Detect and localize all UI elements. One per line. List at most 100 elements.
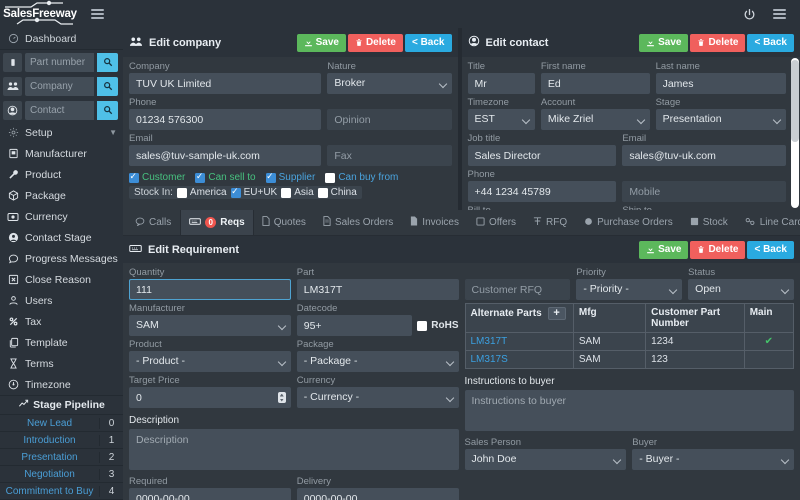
- product-select[interactable]: - Product -: [129, 351, 291, 372]
- sidebar-item-timezone[interactable]: Timezone: [0, 374, 123, 395]
- manufacturer-select[interactable]: SAM: [129, 315, 291, 336]
- sidebar-item-package[interactable]: Package: [0, 185, 123, 206]
- sidebar-item-tax[interactable]: Tax: [0, 311, 123, 332]
- checkbox-box[interactable]: [176, 187, 187, 198]
- logout-button[interactable]: [734, 0, 764, 28]
- quantity-input[interactable]: [129, 279, 291, 300]
- contact-first-name-input[interactable]: [540, 73, 650, 94]
- company-nature-select[interactable]: Broker: [327, 73, 452, 94]
- contact-stage-select[interactable]: Presentation: [655, 109, 786, 130]
- contact-search-input[interactable]: [25, 100, 94, 120]
- tab-invoices[interactable]: Invoices: [402, 210, 468, 235]
- sidebar-item-users[interactable]: Users: [0, 290, 123, 311]
- pipeline-row-new-lead[interactable]: New Lead 0: [0, 415, 123, 432]
- sidebar-item-progress-messages[interactable]: Progress Messages: [0, 248, 123, 269]
- company-email-input[interactable]: [129, 145, 322, 166]
- company-name-input[interactable]: [129, 73, 322, 94]
- contact-account-select[interactable]: Mike Zriel: [540, 109, 650, 130]
- contact-panel-scrollbar[interactable]: [791, 58, 799, 208]
- contact-last-name-input[interactable]: [655, 73, 786, 94]
- contact-search-button[interactable]: [97, 100, 118, 120]
- pipeline-row-negotiation[interactable]: Negotiation 3: [0, 466, 123, 483]
- sidebar-item-terms[interactable]: Terms: [0, 353, 123, 374]
- checkbox-box[interactable]: [129, 170, 139, 183]
- package-select[interactable]: - Package -: [296, 351, 459, 372]
- tab-stock[interactable]: Stock: [682, 210, 737, 235]
- sidebar-item-product[interactable]: Product: [0, 164, 123, 185]
- checkbox-customer[interactable]: Customer: [129, 170, 185, 183]
- part-number-search-input[interactable]: [25, 52, 94, 72]
- tab-quotes[interactable]: Quotes: [254, 210, 315, 235]
- company-search-input[interactable]: [25, 76, 94, 96]
- pipeline-row-commitment-to-buy[interactable]: Commitment to Buy 4: [0, 483, 123, 500]
- requirement-delete-button[interactable]: Delete: [690, 240, 746, 259]
- checkbox-box[interactable]: [325, 172, 336, 183]
- company-save-button[interactable]: Save: [296, 33, 346, 52]
- company-delete-button[interactable]: Delete: [347, 33, 403, 52]
- contact-job-title-input[interactable]: [467, 145, 617, 166]
- checkbox-stock-asia[interactable]: Asia: [281, 187, 314, 198]
- sidebar-item-dashboard[interactable]: Dashboard: [0, 28, 123, 50]
- app-logo[interactable]: SalesFreeway: [0, 0, 80, 28]
- tab-calls[interactable]: Calls: [127, 210, 180, 235]
- contact-email-input[interactable]: [622, 145, 786, 166]
- sales-person-select[interactable]: John Doe: [464, 449, 627, 470]
- pipeline-row-introduction[interactable]: Introduction 1: [0, 432, 123, 449]
- contact-delete-button[interactable]: Delete: [690, 33, 746, 52]
- checkbox-stock-china[interactable]: China: [317, 187, 357, 198]
- checkbox-can-buy-from[interactable]: Can buy from: [325, 172, 398, 183]
- checkbox-stock-eu-uk[interactable]: EU+UK: [230, 185, 277, 198]
- company-phone-input[interactable]: [129, 109, 322, 130]
- table-row[interactable]: LM317S SAM 123: [464, 350, 795, 369]
- description-textarea[interactable]: [129, 429, 459, 470]
- buyer-select[interactable]: - Buyer -: [632, 449, 794, 470]
- sidebar-item-contact-stage[interactable]: Contact Stage: [0, 227, 123, 248]
- company-search-button[interactable]: [97, 76, 118, 96]
- alt-part-link[interactable]: LM317T: [464, 332, 574, 351]
- sidebar-item-template[interactable]: Template: [0, 332, 123, 353]
- part-number-search-button[interactable]: [97, 52, 118, 72]
- required-date-input[interactable]: [129, 488, 291, 500]
- checkbox-rohs[interactable]: RoHS: [417, 315, 459, 336]
- company-back-button[interactable]: < Back: [404, 33, 452, 52]
- tab-offers[interactable]: Offers: [468, 210, 525, 235]
- checkbox-box[interactable]: [195, 170, 206, 183]
- checkbox-can-sell-to[interactable]: Can sell to: [195, 170, 256, 183]
- requirement-back-button[interactable]: < Back: [747, 240, 794, 259]
- tab-sales-orders[interactable]: Sales Orders: [315, 210, 402, 235]
- customer-rfq-input[interactable]: [464, 279, 571, 300]
- contact-save-button[interactable]: Save: [639, 33, 689, 52]
- tab-reqs[interactable]: 0 Reqs: [180, 210, 254, 235]
- pipeline-row-presentation[interactable]: Presentation 2: [0, 449, 123, 466]
- delivery-date-input[interactable]: [296, 488, 459, 500]
- datecode-input[interactable]: [296, 315, 413, 336]
- checkbox-box[interactable]: [317, 187, 328, 198]
- sidebar-item-manufacturer[interactable]: Manufacturer: [0, 143, 123, 164]
- contact-timezone-select[interactable]: EST: [467, 109, 535, 130]
- target-price-input[interactable]: [129, 387, 291, 408]
- contact-phone-input[interactable]: [467, 181, 617, 202]
- sidebar-item-close-reason[interactable]: Close Reason: [0, 269, 123, 290]
- contact-back-button[interactable]: < Back: [747, 33, 794, 52]
- sidebar-toggle-button[interactable]: [80, 0, 114, 28]
- status-select[interactable]: Open: [688, 279, 794, 300]
- currency-select[interactable]: - Currency -: [296, 387, 459, 408]
- sidebar-item-setup[interactable]: Setup ▼: [0, 122, 123, 143]
- checkbox-stock-america[interactable]: America: [176, 187, 227, 198]
- add-alternate-part-button[interactable]: +: [547, 307, 566, 320]
- tab-line-card[interactable]: Line Card: [737, 210, 800, 235]
- sidebar-item-currency[interactable]: Currency: [0, 206, 123, 227]
- company-fax-input[interactable]: [327, 145, 452, 166]
- instructions-textarea[interactable]: [464, 390, 794, 431]
- tab-rfq[interactable]: RFQ: [525, 210, 576, 235]
- checkbox-supplier[interactable]: Supplier: [265, 170, 315, 183]
- part-input[interactable]: [296, 279, 459, 300]
- company-opinion-input[interactable]: [327, 109, 452, 130]
- tab-purchase-orders[interactable]: Purchase Orders: [576, 210, 682, 235]
- top-menu-button[interactable]: [764, 0, 794, 28]
- contact-title-input[interactable]: [467, 73, 535, 94]
- contact-mobile-input[interactable]: [622, 181, 786, 202]
- table-row[interactable]: LM317T SAM 1234 ✔: [464, 332, 795, 351]
- checkbox-box[interactable]: [265, 170, 276, 183]
- priority-select[interactable]: - Priority -: [576, 279, 683, 300]
